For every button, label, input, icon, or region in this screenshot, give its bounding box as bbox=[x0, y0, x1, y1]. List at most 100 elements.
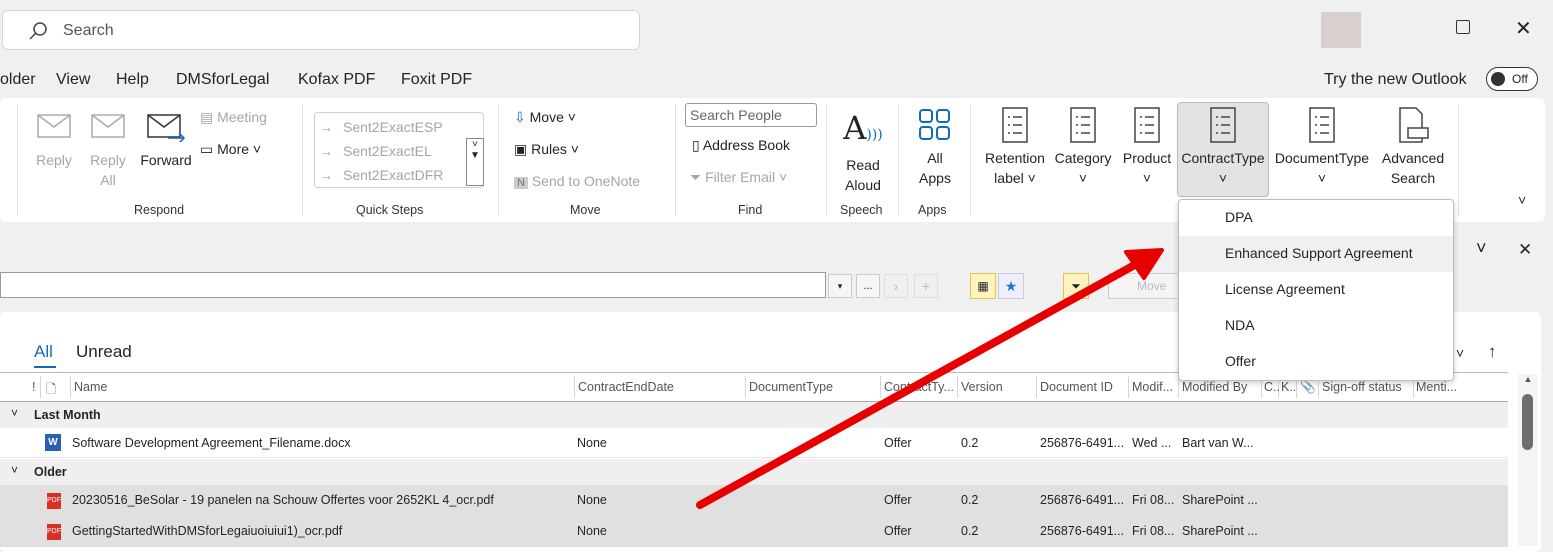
search-box[interactable]: Search bbox=[2, 10, 640, 50]
vertical-scrollbar[interactable]: ▲ bbox=[1518, 374, 1538, 546]
col-modified[interactable]: Modif... bbox=[1132, 380, 1173, 394]
read-aloud-icon: A))) bbox=[843, 109, 883, 147]
toolbar-move-button[interactable]: Move bbox=[1108, 273, 1188, 299]
dropdown-item-dpa[interactable]: DPA bbox=[1179, 200, 1453, 236]
group-header-older[interactable] bbox=[0, 459, 1508, 485]
tab-all-underline bbox=[34, 366, 56, 368]
col-documenttype[interactable]: DocumentType bbox=[749, 380, 833, 394]
arrow-icon: → bbox=[319, 119, 333, 135]
add-button[interactable]: + bbox=[914, 274, 938, 298]
speech-group-label: Speech bbox=[840, 203, 883, 217]
move-button[interactable]: ⇩ Move ˅ bbox=[514, 107, 576, 127]
group-collapse-icon[interactable]: ˅ bbox=[11, 406, 18, 420]
send-to-onenote-button[interactable]: N Send to OneNote bbox=[514, 171, 640, 193]
apps-group-label: Apps bbox=[918, 203, 947, 217]
all-apps-button[interactable]: All Apps bbox=[912, 108, 958, 188]
document-list-icon bbox=[1134, 107, 1160, 143]
menu-view[interactable]: View bbox=[56, 71, 90, 89]
table-row[interactable]: W Software Development Agreement_Filenam… bbox=[0, 429, 1508, 458]
tab-unread[interactable]: Unread bbox=[76, 342, 132, 362]
close-window-icon[interactable]: ✕ bbox=[1515, 16, 1532, 41]
search-icon bbox=[29, 22, 47, 40]
grid-view-icon[interactable]: ▦ bbox=[970, 273, 996, 299]
address-book-button[interactable]: ▯ Address Book bbox=[692, 135, 790, 155]
table-row[interactable]: PDF 20230516_BeSolar - 19 panelen na Sch… bbox=[0, 485, 1508, 516]
advanced-search-button[interactable]: Advanced Search bbox=[1376, 106, 1450, 188]
more-button[interactable]: ▭ More ˅ bbox=[200, 139, 261, 159]
move-group-label: Move bbox=[570, 203, 601, 217]
collapse-chevron-icon[interactable]: ˅ bbox=[1476, 238, 1487, 259]
dropdown-item-nda[interactable]: NDA bbox=[1179, 308, 1453, 344]
documenttype-button[interactable]: DocumentType ˅ bbox=[1272, 106, 1372, 188]
reply-button[interactable]: Reply bbox=[32, 112, 76, 170]
dropdown-item-offer[interactable]: Offer bbox=[1179, 344, 1453, 380]
group-collapse-icon[interactable]: ˅ bbox=[11, 463, 18, 477]
more-icon: ▭ bbox=[200, 141, 214, 157]
reply-all-button[interactable]: Reply All bbox=[86, 112, 130, 190]
dropdown-item-enhanced-support-agreement[interactable]: Enhanced Support Agreement bbox=[1179, 236, 1453, 272]
product-button[interactable]: Product ˅ bbox=[1118, 106, 1176, 188]
pdf-file-icon: PDF bbox=[47, 524, 61, 540]
document-list-icon bbox=[1309, 107, 1335, 143]
menu-foxit[interactable]: Foxit PDF bbox=[401, 71, 472, 89]
restore-icon[interactable] bbox=[1456, 20, 1470, 34]
quick-steps-scroll[interactable]: ˅ ▼ bbox=[466, 138, 484, 186]
find-group-label: Find bbox=[738, 203, 763, 217]
col-contractenddate[interactable]: ContractEndDate bbox=[578, 380, 674, 394]
tab-all[interactable]: All bbox=[34, 342, 53, 362]
category-button[interactable]: Category ˅ bbox=[1050, 106, 1116, 188]
col-importance[interactable]: ! bbox=[32, 380, 35, 394]
dms-path-input[interactable] bbox=[0, 272, 826, 298]
rules-button[interactable]: ▣ Rules ˅ bbox=[514, 139, 579, 159]
document-list-icon bbox=[1002, 107, 1028, 143]
col-name[interactable]: Name bbox=[74, 380, 107, 394]
path-dropdown-button[interactable]: ▾ bbox=[828, 274, 852, 298]
search-people-input[interactable]: Search People bbox=[685, 103, 817, 127]
col-version[interactable]: Version bbox=[961, 380, 1003, 394]
group-header-last-month[interactable] bbox=[0, 402, 1508, 428]
new-outlook-toggle[interactable]: Off bbox=[1486, 67, 1538, 91]
retention-label-button[interactable]: Retention label ˅ bbox=[980, 106, 1050, 188]
avatar[interactable] bbox=[1321, 12, 1361, 48]
menu-folder[interactable]: older bbox=[0, 71, 36, 89]
try-new-outlook-label: Try the new Outlook bbox=[1324, 71, 1467, 88]
forward-button[interactable]: Forward bbox=[136, 112, 196, 170]
menu-kofax[interactable]: Kofax PDF bbox=[298, 71, 375, 89]
attachment-icon: 📎 bbox=[1300, 380, 1316, 394]
favorite-star-icon[interactable]: ★ bbox=[998, 273, 1024, 299]
next-button[interactable]: › bbox=[884, 274, 908, 298]
sort-chevron-icon[interactable]: ˅ bbox=[1456, 345, 1464, 361]
col-signoff-status[interactable]: Sign-off status bbox=[1322, 380, 1402, 394]
forward-icon bbox=[147, 114, 186, 142]
col-c[interactable]: C.. bbox=[1264, 380, 1280, 394]
col-k[interactable]: K.. bbox=[1281, 380, 1296, 394]
contracttype-button[interactable]: ContractType ˅ bbox=[1177, 106, 1269, 188]
onenote-icon: N bbox=[514, 177, 528, 189]
sort-direction-icon[interactable]: ↑ bbox=[1488, 342, 1497, 362]
menu-dmsforlegal[interactable]: DMSforLegal bbox=[176, 71, 269, 89]
browse-button[interactable]: ... bbox=[856, 274, 880, 298]
col-modified-by[interactable]: Modified By bbox=[1182, 380, 1247, 394]
document-list-icon bbox=[1070, 107, 1096, 143]
address-book-icon: ▯ bbox=[692, 137, 700, 153]
col-mentions[interactable]: Menti... bbox=[1416, 380, 1457, 394]
menu-help[interactable]: Help bbox=[116, 71, 149, 89]
quick-steps-gallery[interactable]: → Sent2ExactESP → Sent2ExactEL → Sent2Exact… bbox=[314, 112, 484, 188]
rules-icon: ▣ bbox=[514, 141, 528, 157]
table-row[interactable]: PDF GettingStartedWithDMSforLegaiuoiuiui… bbox=[0, 516, 1508, 547]
group-label: Older bbox=[34, 465, 67, 479]
col-document-id[interactable]: Document ID bbox=[1040, 380, 1113, 394]
meeting-button[interactable]: ▤ Meeting bbox=[200, 107, 267, 127]
close-pane-icon[interactable]: ✕ bbox=[1518, 240, 1532, 260]
filter-toggle-icon[interactable]: ⏷ bbox=[1063, 273, 1089, 299]
col-contracttype[interactable]: ContractTy... bbox=[884, 380, 954, 394]
dropdown-item-license-agreement[interactable]: License Agreement bbox=[1179, 272, 1453, 308]
contracttype-dropdown: DPA Enhanced Support Agreement License A… bbox=[1178, 199, 1454, 381]
search-placeholder: Search bbox=[63, 22, 114, 39]
ribbon-expand-chevron-icon[interactable]: ˅ bbox=[1518, 192, 1526, 208]
group-label: Last Month bbox=[34, 408, 101, 422]
document-list-icon bbox=[1210, 107, 1236, 143]
read-aloud-button[interactable]: A))) Read Aloud bbox=[840, 108, 886, 195]
filter-email-button[interactable]: ⏷ Filter Email ˅ bbox=[690, 167, 787, 187]
respond-group-label: Respond bbox=[134, 203, 185, 217]
